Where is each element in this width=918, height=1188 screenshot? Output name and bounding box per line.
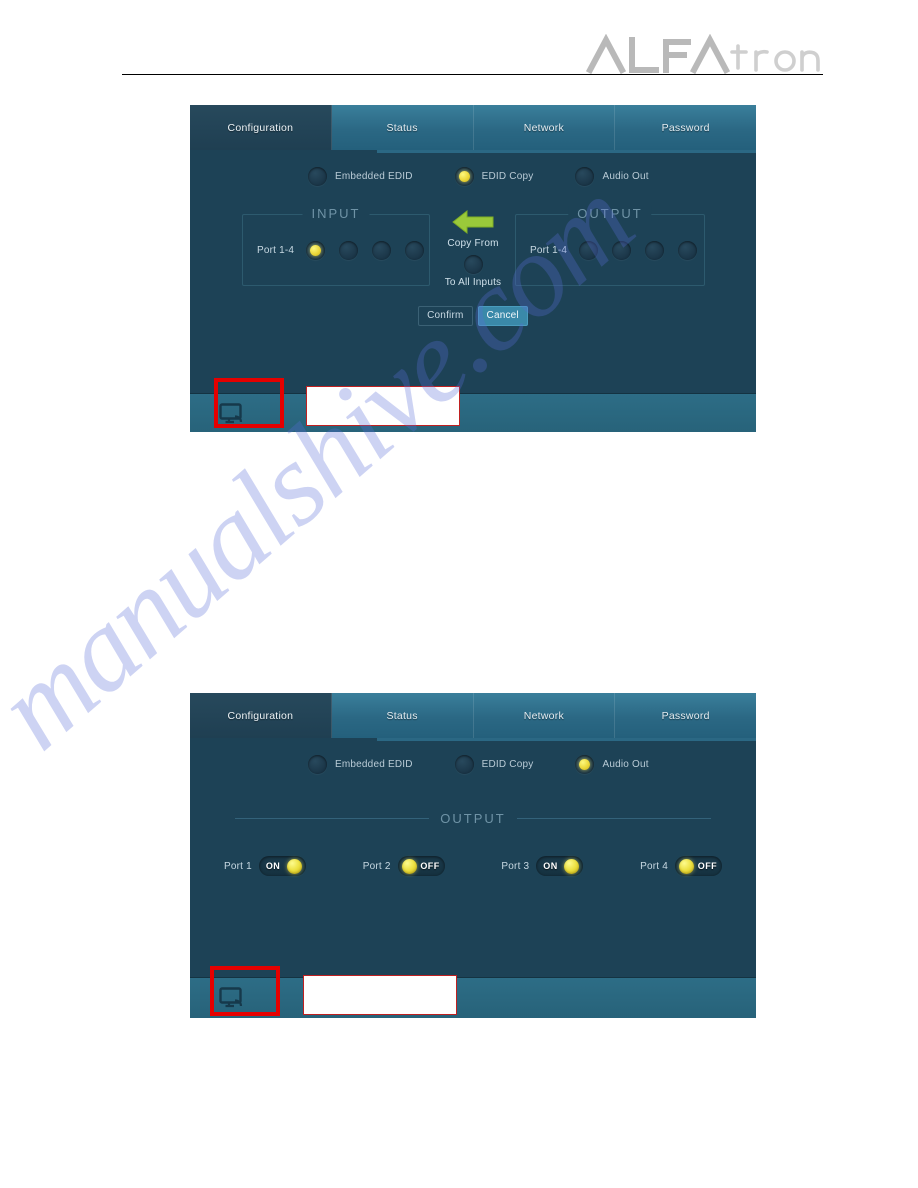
radio-output-port-4-icon[interactable]: [678, 240, 698, 260]
toggle-switch-port-4[interactable]: OFF: [675, 856, 722, 876]
output-group: OUTPUT Port 1-4: [515, 206, 705, 286]
tab-network[interactable]: Network: [473, 105, 616, 150]
output-section-legend: OUTPUT: [190, 810, 756, 826]
highlight-box-footer-icon-b: [210, 966, 280, 1016]
mode-radio-group: Embedded EDID EDID Copy Audio Out: [190, 741, 756, 774]
tabbar: Configuration Status Network Password: [190, 693, 756, 738]
panel-body: Embedded EDID EDID Copy Audio Out INPUT …: [190, 153, 756, 393]
port-label: Port 2: [362, 860, 391, 872]
tabbar: Configuration Status Network Password: [190, 105, 756, 150]
port-label: Port 3: [501, 860, 530, 872]
tab-configuration[interactable]: Configuration: [190, 105, 332, 150]
mode-label: Embedded EDID: [335, 759, 413, 770]
radio-input-port-4-icon[interactable]: [405, 240, 425, 260]
audio-toggle-port-3: Port 3 ON: [501, 856, 584, 876]
highlight-box-footer-icon-a: [214, 378, 284, 428]
tab-network[interactable]: Network: [473, 693, 616, 738]
radio-to-all-inputs-icon[interactable]: [463, 255, 483, 274]
redacted-field-b: [303, 975, 457, 1015]
radio-input-port-1-icon[interactable]: [306, 240, 326, 260]
tab-password[interactable]: Password: [615, 105, 756, 150]
mode-label: EDID Copy: [481, 759, 534, 770]
radio-embedded-edid-icon[interactable]: [308, 755, 327, 774]
audio-toggle-port-2: Port 2 OFF: [363, 856, 445, 876]
input-port-radios: [306, 240, 425, 260]
page-root: Configuration Status Network Password Em…: [0, 0, 918, 1188]
mode-label: Embedded EDID: [335, 171, 413, 182]
toggle-switch-port-2[interactable]: OFF: [397, 856, 445, 876]
input-legend: INPUT: [302, 206, 370, 221]
redacted-field-a: [306, 386, 460, 426]
audio-out-toggle-row: Port 1 ON Port 2 OFF Port 3 ON Port 4 OF…: [190, 856, 756, 876]
mode-embedded-edid[interactable]: Embedded EDID: [308, 755, 413, 774]
port-label: Port 1: [224, 860, 252, 872]
mode-edid-copy[interactable]: EDID Copy: [454, 167, 534, 186]
toggle-switch-port-3[interactable]: ON: [536, 856, 584, 876]
copy-from-label: Copy From: [447, 238, 499, 249]
toggle-knob-icon[interactable]: [564, 858, 580, 874]
mode-label: EDID Copy: [481, 171, 534, 182]
radio-output-port-3-icon[interactable]: [645, 240, 665, 260]
toggle-state-label: OFF: [420, 861, 440, 871]
radio-input-port-3-icon[interactable]: [372, 240, 392, 260]
radio-audio-out-icon[interactable]: [575, 755, 595, 774]
mode-label: Audio Out: [602, 171, 649, 182]
toggle-knob-icon[interactable]: [401, 858, 417, 874]
toggle-state-label: OFF: [697, 861, 717, 871]
arrow-left-icon: [452, 209, 494, 235]
mode-edid-copy[interactable]: EDID Copy: [454, 755, 534, 774]
input-group: INPUT Port 1-4: [242, 206, 430, 286]
tab-configuration[interactable]: Configuration: [190, 693, 332, 738]
radio-edid-copy-icon[interactable]: [454, 755, 474, 774]
tab-status[interactable]: Status: [331, 693, 474, 738]
port-label: Port 4: [640, 860, 668, 872]
legend-rule-right: [516, 817, 712, 819]
copy-from-column: Copy From To All Inputs: [431, 208, 515, 288]
toggle-knob-icon[interactable]: [679, 858, 694, 874]
tab-password[interactable]: Password: [615, 693, 756, 738]
output-port-label: Port 1-4: [530, 244, 568, 256]
panel-body: Embedded EDID EDID Copy Audio Out OUTPUT: [190, 741, 756, 977]
legend-rule-left: [235, 817, 430, 819]
toggle-knob-icon[interactable]: [286, 858, 302, 874]
mode-label: Audio Out: [602, 759, 649, 770]
confirm-button[interactable]: Confirm: [418, 306, 473, 326]
mode-audio-out[interactable]: Audio Out: [575, 167, 649, 186]
input-port-label: Port 1-4: [257, 244, 295, 256]
audio-toggle-port-1: Port 1 ON: [224, 856, 306, 876]
radio-edid-copy-icon[interactable]: [454, 167, 474, 186]
cancel-button[interactable]: Cancel: [477, 306, 528, 326]
radio-audio-out-icon[interactable]: [575, 167, 595, 186]
output-port-radios: [579, 240, 698, 260]
radio-output-port-2-icon[interactable]: [612, 240, 632, 260]
action-buttons: Confirm Cancel: [190, 306, 756, 326]
header-divider: [122, 74, 823, 75]
to-all-inputs-label: To All Inputs: [444, 277, 502, 288]
radio-input-port-2-icon[interactable]: [339, 240, 359, 260]
mode-audio-out[interactable]: Audio Out: [575, 755, 649, 774]
input-output-row: INPUT Port 1-4 Copy From To All Inputs O…: [190, 200, 756, 290]
audio-toggle-port-4: Port 4 OFF: [640, 856, 722, 876]
toggle-state-label: ON: [265, 861, 281, 871]
radio-output-port-1-icon[interactable]: [579, 240, 599, 260]
toggle-state-label: ON: [543, 861, 558, 871]
output-legend: OUTPUT: [440, 810, 506, 826]
radio-embedded-edid-icon[interactable]: [308, 167, 327, 186]
mode-radio-group: Embedded EDID EDID Copy Audio Out: [190, 153, 756, 186]
mode-embedded-edid[interactable]: Embedded EDID: [308, 167, 413, 186]
output-legend: OUTPUT: [568, 206, 652, 221]
toggle-switch-port-1[interactable]: ON: [258, 856, 306, 876]
alfatron-logo: [566, 34, 834, 74]
tab-status[interactable]: Status: [331, 105, 474, 150]
